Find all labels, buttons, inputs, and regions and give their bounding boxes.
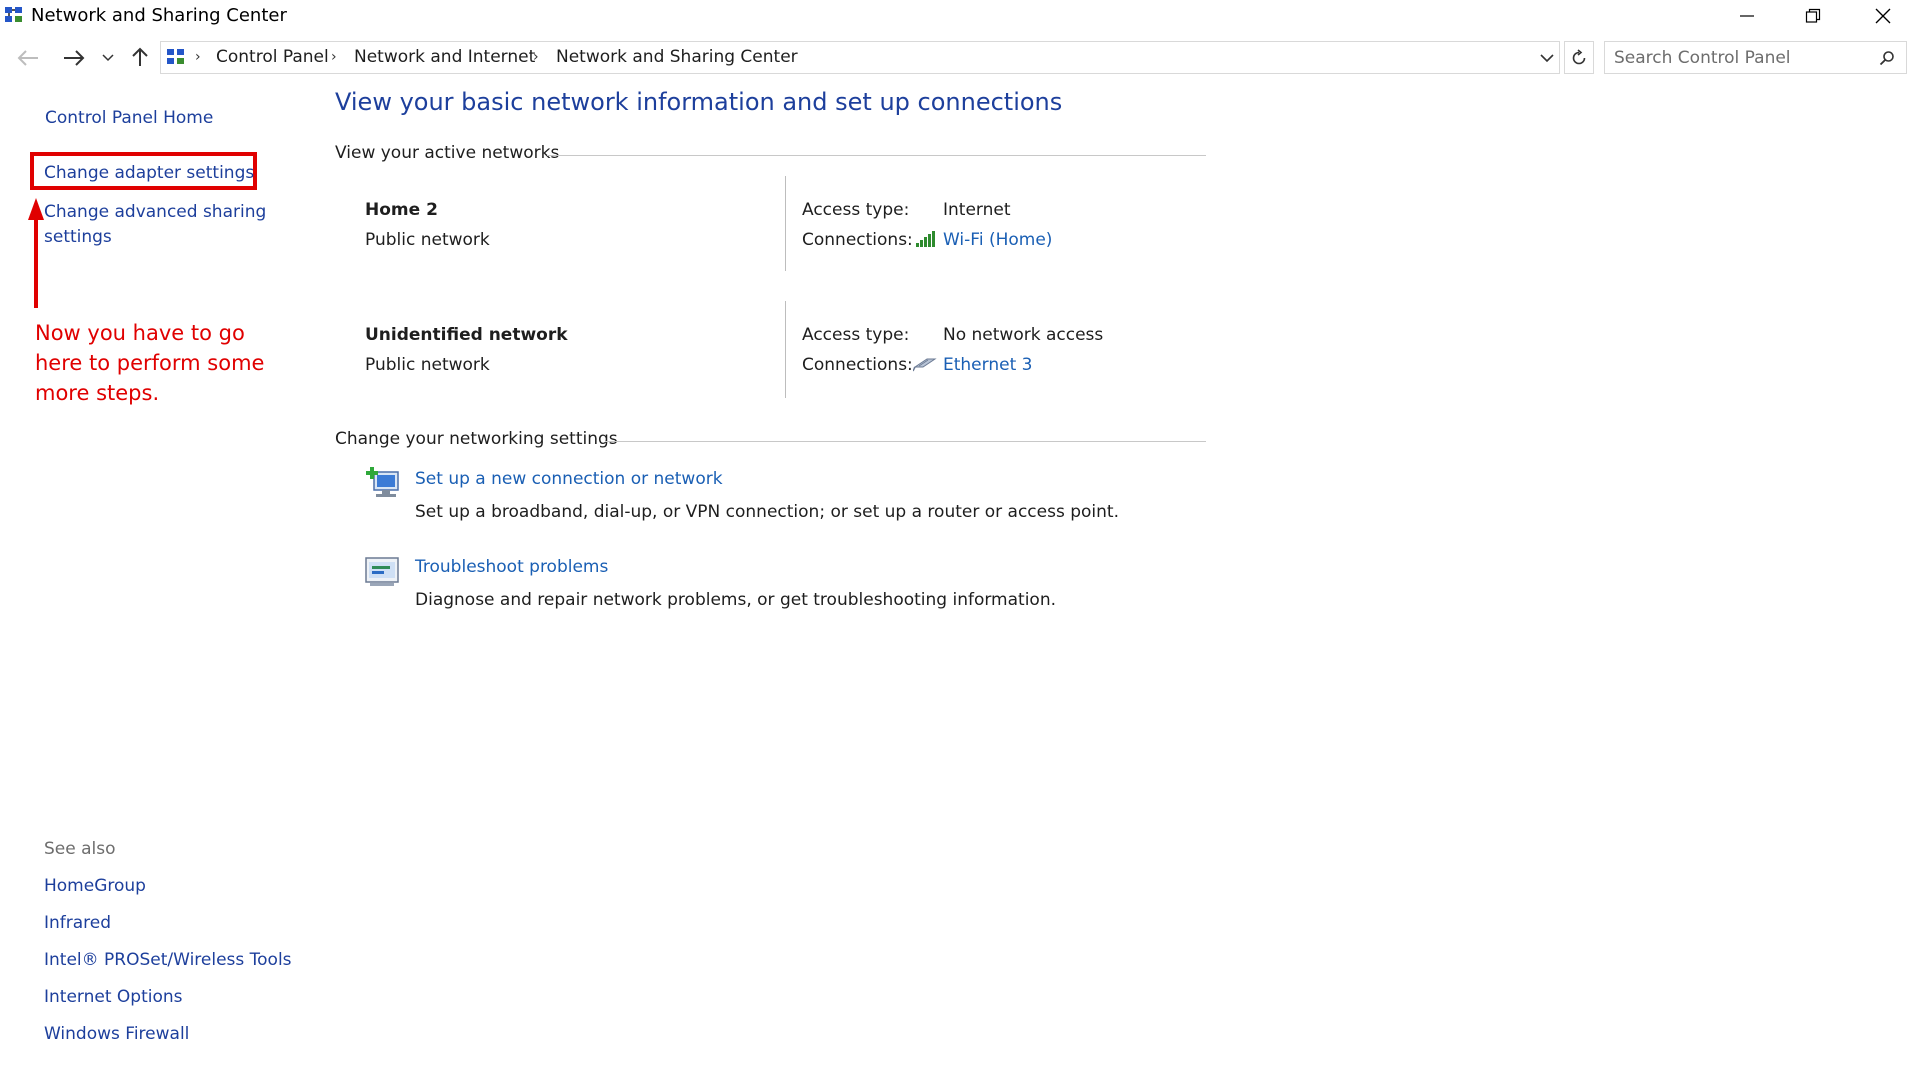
control-panel-home-link[interactable]: Control Panel Home xyxy=(45,108,213,128)
network-name: Unidentified network xyxy=(365,325,568,345)
window-title: Network and Sharing Center xyxy=(31,5,287,26)
wifi-home-connection-link[interactable]: Wi-Fi (Home) xyxy=(943,230,1052,250)
breadcrumb-separator-icon[interactable]: › xyxy=(331,49,337,65)
see-also-intel-proset-link[interactable]: Intel® PROSet/Wireless Tools xyxy=(44,950,292,970)
access-type-value: Internet xyxy=(943,200,1011,220)
ethernet-icon xyxy=(912,355,937,378)
see-also-internet-options-link[interactable]: Internet Options xyxy=(44,987,183,1007)
see-also-homegroup-link[interactable]: HomeGroup xyxy=(44,876,146,896)
see-also-title: See also xyxy=(44,839,116,859)
refresh-icon[interactable] xyxy=(1564,41,1594,74)
change-adapter-settings-link[interactable]: Change adapter settings xyxy=(44,163,254,183)
breadcrumb-separator-icon[interactable]: › xyxy=(533,49,539,65)
access-type-label: Access type: xyxy=(802,325,910,345)
annotation-text: Now you have to go here to perform some … xyxy=(35,321,265,405)
set-up-new-connection-description: Set up a broadband, dial-up, or VPN conn… xyxy=(415,502,1119,522)
up-arrow-icon[interactable] xyxy=(128,44,152,70)
wifi-signal-icon xyxy=(915,230,937,253)
title-bar: Network and Sharing Center xyxy=(0,0,1919,34)
change-advanced-sharing-label-line2: settings xyxy=(44,227,112,247)
minimize-icon[interactable] xyxy=(1724,0,1770,32)
forward-arrow-icon[interactable] xyxy=(60,46,88,70)
set-up-new-connection-link[interactable]: Set up a new connection or network xyxy=(415,469,723,489)
network-column-divider xyxy=(785,301,786,398)
see-also-infrared-link[interactable]: Infrared xyxy=(44,913,111,933)
active-networks-section-title: View your active networks xyxy=(335,143,560,163)
connections-label: Connections: xyxy=(802,355,913,375)
network-type: Public network xyxy=(365,230,490,250)
annotation-arrow-icon xyxy=(28,198,44,308)
back-arrow-icon[interactable] xyxy=(14,46,42,70)
breadcrumb-network-and-internet[interactable]: Network and Internet xyxy=(354,47,535,67)
see-also-windows-firewall-link[interactable]: Windows Firewall xyxy=(44,1024,189,1044)
change-advanced-sharing-settings-link[interactable]: Change advanced sharing settings xyxy=(44,200,266,250)
search-icon[interactable] xyxy=(1878,49,1896,67)
networking-settings-section-title: Change your networking settings xyxy=(335,429,618,449)
breadcrumb-network-and-sharing-center[interactable]: Network and Sharing Center xyxy=(556,47,798,67)
connections-label: Connections: xyxy=(802,230,913,250)
ethernet-3-connection-link[interactable]: Ethernet 3 xyxy=(943,355,1032,375)
close-icon[interactable] xyxy=(1860,0,1906,32)
network-name: Home 2 xyxy=(365,200,438,220)
address-dropdown-chevron-icon[interactable] xyxy=(1539,50,1555,66)
restore-icon[interactable] xyxy=(1790,0,1836,32)
new-connection-icon xyxy=(364,466,402,507)
search-placeholder: Search Control Panel xyxy=(1614,48,1791,68)
address-bar[interactable]: › Control Panel › Network and Internet ›… xyxy=(160,41,1560,74)
breadcrumb-separator-icon[interactable]: › xyxy=(195,49,201,65)
control-panel-app-icon xyxy=(4,5,24,30)
change-advanced-sharing-label-line1: Change advanced sharing xyxy=(44,202,267,222)
troubleshoot-problems-description: Diagnose and repair network problems, or… xyxy=(415,590,1057,610)
section-divider xyxy=(547,155,1206,156)
network-column-divider xyxy=(785,176,786,271)
search-control-panel-input[interactable]: Search Control Panel xyxy=(1604,41,1907,74)
page-title: View your basic network information and … xyxy=(335,88,1063,116)
breadcrumb-control-panel[interactable]: Control Panel xyxy=(216,47,329,67)
section-divider xyxy=(605,441,1206,442)
network-type: Public network xyxy=(365,355,490,375)
access-type-label: Access type: xyxy=(802,200,910,220)
access-type-value: No network access xyxy=(943,325,1104,345)
recent-locations-chevron-icon[interactable] xyxy=(100,48,116,68)
control-panel-location-icon xyxy=(166,47,186,72)
troubleshoot-icon xyxy=(364,556,400,593)
troubleshoot-problems-link[interactable]: Troubleshoot problems xyxy=(415,557,608,577)
